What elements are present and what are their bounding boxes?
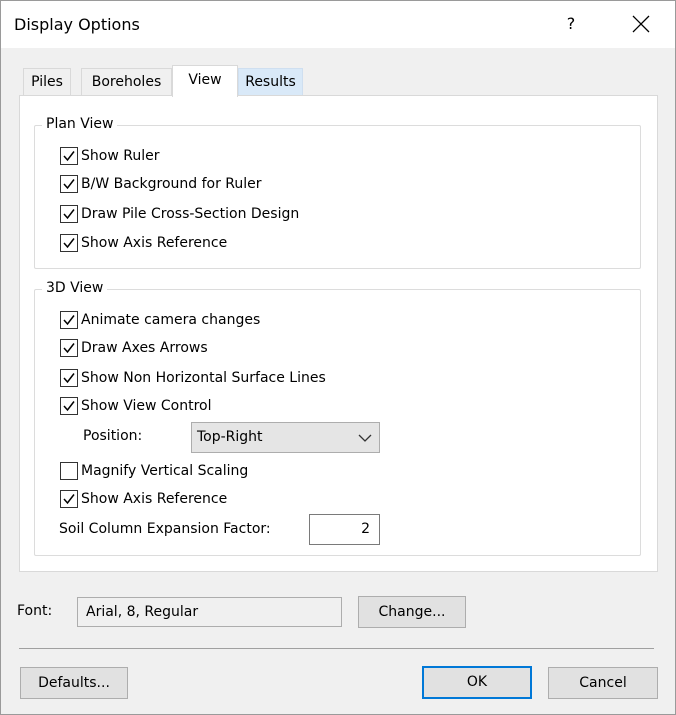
defaults-button-label: Defaults... — [38, 675, 110, 691]
checkbox-label: Show Non Horizontal Surface Lines — [81, 370, 326, 386]
checkbox-box[interactable] — [60, 397, 78, 415]
checkbox-label: Draw Axes Arrows — [81, 340, 208, 356]
tab-view[interactable]: View — [172, 65, 238, 97]
checkbox-box[interactable] — [60, 369, 78, 387]
position-label: Position: — [83, 428, 143, 444]
checkbox-box[interactable] — [60, 462, 78, 480]
checkmark-icon — [63, 209, 75, 220]
tab-view-label: View — [188, 72, 222, 88]
checkmark-icon — [63, 238, 75, 249]
close-icon — [632, 15, 650, 33]
animate-camera-checkbox[interactable]: Animate camera changes — [60, 310, 260, 330]
checkmark-icon — [63, 179, 75, 190]
ok-button[interactable]: OK — [422, 666, 532, 699]
help-button[interactable]: ? — [555, 9, 587, 39]
checkbox-label: Show Axis Reference — [81, 491, 228, 507]
checkbox-label: Show Axis Reference — [81, 235, 228, 251]
change-font-button[interactable]: Change... — [358, 596, 466, 628]
dialog-title: Display Options — [14, 15, 140, 34]
draw-pile-cross-section-checkbox[interactable]: Draw Pile Cross-Section Design — [60, 204, 299, 224]
checkbox-box[interactable] — [60, 311, 78, 329]
checkmark-icon — [63, 401, 75, 412]
checkbox-box[interactable] — [60, 175, 78, 193]
bw-background-ruler-checkbox[interactable]: B/W Background for Ruler — [60, 174, 262, 194]
tab-results-label: Results — [245, 74, 296, 90]
tab-piles[interactable]: Piles — [23, 68, 71, 95]
checkmark-icon — [63, 343, 75, 354]
expansion-factor-input[interactable]: 2 — [309, 514, 380, 545]
checkbox-box[interactable] — [60, 205, 78, 223]
checkmark-icon — [63, 151, 75, 162]
cancel-button[interactable]: Cancel — [548, 667, 658, 699]
tab-piles-label: Piles — [31, 74, 63, 90]
checkmark-icon — [63, 494, 75, 505]
font-display-field: Arial, 8, Regular — [77, 597, 342, 627]
non-horizontal-surface-lines-checkbox[interactable]: Show Non Horizontal Surface Lines — [60, 368, 326, 388]
tab-boreholes-label: Boreholes — [91, 74, 162, 90]
magnify-vertical-scaling-checkbox[interactable]: Magnify Vertical Scaling — [60, 461, 248, 481]
tab-boreholes[interactable]: Boreholes — [81, 68, 172, 95]
defaults-button[interactable]: Defaults... — [20, 667, 128, 699]
position-select[interactable]: Top-Right — [191, 422, 380, 453]
cancel-button-label: Cancel — [579, 675, 627, 691]
checkbox-label: B/W Background for Ruler — [81, 176, 262, 192]
tab-results[interactable]: Results — [238, 68, 303, 95]
plan-view-group-label: Plan View — [42, 116, 118, 132]
checkbox-box[interactable] — [60, 490, 78, 508]
position-select-value: Top-Right — [197, 429, 263, 445]
checkbox-box[interactable] — [60, 234, 78, 252]
change-font-button-label: Change... — [378, 604, 446, 620]
3d-view-group-label: 3D View — [42, 280, 108, 296]
checkmark-icon — [63, 315, 75, 326]
checkbox-label: Draw Pile Cross-Section Design — [81, 206, 300, 222]
checkbox-label: Show View Control — [81, 398, 212, 414]
checkbox-label: Show Ruler — [81, 148, 160, 164]
checkmark-icon — [63, 373, 75, 384]
font-label: Font: — [17, 603, 53, 619]
plan-show-axis-reference-checkbox[interactable]: Show Axis Reference — [60, 233, 227, 253]
separator — [19, 648, 654, 649]
checkbox-label: Magnify Vertical Scaling — [81, 463, 249, 479]
3d-show-axis-reference-checkbox[interactable]: Show Axis Reference — [60, 489, 227, 509]
font-display-value: Arial, 8, Regular — [86, 604, 199, 620]
checkbox-box[interactable] — [60, 339, 78, 357]
display-options-dialog: Display Options ? Piles Boreholes View R… — [0, 0, 676, 715]
expansion-factor-value: 2 — [361, 521, 370, 537]
draw-axes-arrows-checkbox[interactable]: Draw Axes Arrows — [60, 338, 208, 358]
chevron-down-icon — [358, 434, 372, 442]
ok-button-label: OK — [466, 674, 488, 690]
checkbox-label: Animate camera changes — [81, 312, 261, 328]
show-view-control-checkbox[interactable]: Show View Control — [60, 396, 212, 416]
show-ruler-checkbox[interactable]: Show Ruler — [60, 146, 159, 166]
title-bar: Display Options ? — [1, 1, 675, 48]
checkbox-box[interactable] — [60, 147, 78, 165]
expansion-factor-label: Soil Column Expansion Factor: — [59, 521, 271, 537]
close-button[interactable] — [623, 9, 659, 39]
